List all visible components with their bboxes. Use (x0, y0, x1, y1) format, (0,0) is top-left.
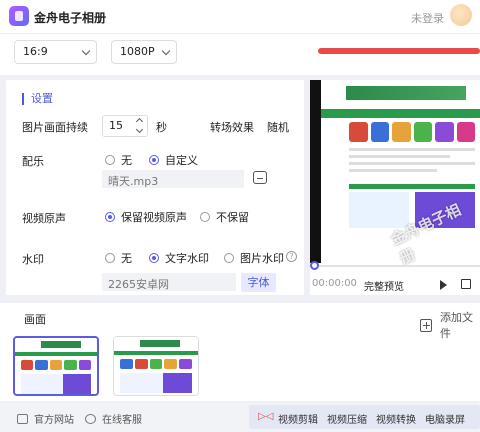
aspect-ratio-select[interactable]: 16:9 (14, 40, 97, 64)
radio-icon (105, 155, 115, 165)
watermark-image-label: 图片水印 (240, 252, 284, 265)
official-site-label: 官方网站 (34, 415, 74, 426)
online-service-link[interactable]: 在线客服 (85, 411, 142, 426)
playback-time: 00:00:00 (312, 278, 357, 289)
duration-stepper[interactable]: 15 (102, 115, 148, 137)
font-button[interactable]: 字体 (241, 273, 276, 292)
radio-icon (200, 212, 210, 222)
watermark-text-radio[interactable]: 文字水印 (149, 250, 209, 266)
help-icon[interactable]: ? (286, 251, 297, 262)
watermark-text-label: 文字水印 (165, 252, 209, 265)
radio-icon (105, 253, 115, 263)
app-logo-icon (9, 6, 29, 26)
watermark-text-field[interactable]: 2265安卓网 (102, 273, 236, 291)
frames-panel: 画面 添加文件 (0, 303, 480, 401)
music-custom-radio[interactable]: 自定义 (149, 152, 198, 168)
drop-audio-label: 不保留 (216, 211, 249, 224)
duration-value: 15 (109, 119, 123, 132)
chevron-up-icon[interactable] (135, 117, 144, 126)
screen-record-link[interactable]: 电脑录屏 (425, 411, 465, 426)
frames-title: 画面 (24, 313, 46, 326)
title-bar: 金舟电子相册 未登录 (0, 0, 480, 33)
watermark-none-radio[interactable]: 无 (105, 250, 132, 266)
chevron-down-icon (81, 46, 91, 56)
chevron-down-icon[interactable] (135, 125, 144, 134)
monitor-icon (17, 413, 28, 424)
frame-thumbnail[interactable] (13, 336, 99, 396)
tools-logo-icon: ▷◁ (258, 411, 274, 422)
music-custom-label: 自定义 (165, 154, 198, 167)
frame-thumbnail[interactable] (113, 336, 199, 396)
bottom-bar: 官方网站 在线客服 ▷◁ 视频剪辑 视频压缩 视频转换 电脑录屏 (0, 403, 480, 432)
radio-icon (149, 253, 159, 263)
add-file-label: 添加文件 (440, 311, 473, 340)
music-file-field[interactable]: 晴天.mp3 (102, 170, 244, 188)
preview-panel: 金舟电子相册 00:00:00 完整预览 (310, 80, 480, 295)
original-audio-label: 视频原声 (22, 212, 66, 225)
official-site-link[interactable]: 官方网站 (17, 411, 74, 426)
fullscreen-icon[interactable] (461, 279, 471, 289)
music-none-radio[interactable]: 无 (105, 152, 132, 168)
watermark-none-label: 无 (121, 252, 132, 265)
headset-icon (85, 413, 96, 424)
progress-track[interactable] (310, 265, 480, 267)
play-icon[interactable] (440, 280, 447, 290)
duration-unit: 秒 (156, 121, 167, 134)
watermark-label: 水印 (22, 253, 44, 266)
radio-icon (224, 253, 234, 263)
add-file-button[interactable]: 添加文件 (420, 309, 480, 341)
avatar[interactable] (450, 4, 472, 26)
resolution-value: 1080P (120, 45, 155, 58)
aspect-ratio-value: 16:9 (23, 45, 48, 58)
radio-icon (149, 155, 159, 165)
keep-audio-radio[interactable]: 保留视频原声 (105, 209, 187, 225)
online-service-label: 在线客服 (102, 415, 142, 426)
resolution-select[interactable]: 1080P (111, 40, 177, 64)
preview-screen: 金舟电子相册 (310, 80, 480, 268)
transition-label: 转场效果 (210, 121, 254, 134)
radio-icon (105, 212, 115, 222)
keep-audio-label: 保留视频原声 (121, 211, 187, 224)
export-button[interactable] (318, 48, 480, 54)
transition-value[interactable]: 随机 (267, 119, 289, 135)
toolbar: 16:9 1080P (0, 33, 480, 75)
video-edit-link[interactable]: 视频剪辑 (278, 411, 318, 426)
app-title: 金舟电子相册 (34, 11, 107, 25)
full-preview-label: 完整预览 (364, 282, 404, 293)
drop-audio-radio[interactable]: 不保留 (200, 209, 249, 225)
settings-title: 设置 (22, 93, 53, 105)
progress-handle[interactable] (310, 261, 319, 270)
login-link[interactable]: 未登录 (411, 10, 444, 26)
chevron-down-icon (161, 46, 171, 56)
duration-label: 图片画面持续 (22, 121, 88, 134)
video-convert-link[interactable]: 视频转换 (376, 411, 416, 426)
music-none-label: 无 (121, 154, 132, 167)
add-file-icon (420, 318, 432, 332)
video-compress-link[interactable]: 视频压缩 (327, 411, 367, 426)
watermark-image-radio[interactable]: 图片水印 (224, 250, 284, 266)
folder-icon[interactable] (253, 171, 267, 184)
music-label: 配乐 (22, 155, 44, 168)
